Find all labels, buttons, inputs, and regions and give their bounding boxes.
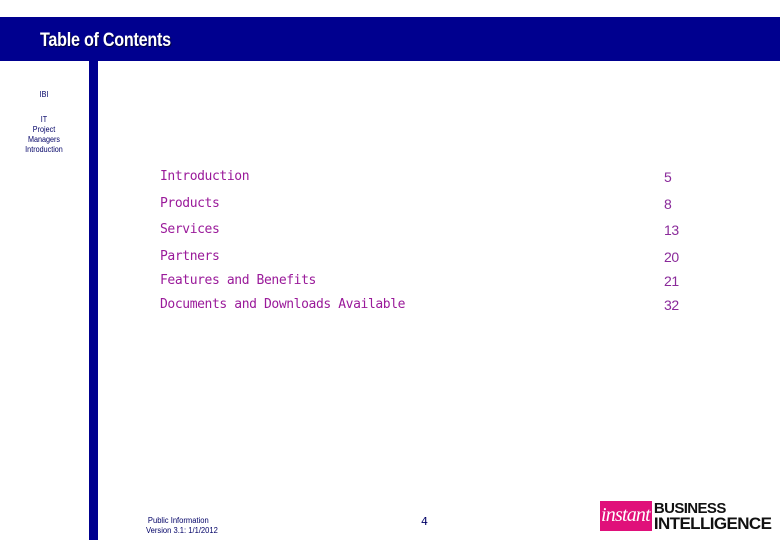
footer-classification: Public Information — [147, 516, 209, 525]
page-title: Table of Contents — [40, 30, 171, 51]
logo-instant-wordmark: instant — [600, 501, 652, 531]
toc-entry-page: 5 — [664, 169, 672, 185]
toc-entry-page: 32 — [664, 297, 679, 313]
toc-entry[interactable]: Introduction 5 — [160, 168, 700, 186]
toc-entry[interactable]: Services 13 — [160, 221, 700, 239]
toc-entry-page: 21 — [664, 273, 679, 289]
side-nav-item-project[interactable]: Project — [4, 125, 83, 135]
toc-entry[interactable]: Documents and Downloads Available 32 — [160, 296, 700, 314]
toc-entry-page: 8 — [664, 196, 672, 212]
toc-entry-page: 13 — [664, 222, 679, 238]
side-nav-item-managers[interactable]: Managers — [4, 135, 83, 145]
side-nav-group-it-project-managers: IT Project Managers Introduction — [0, 115, 88, 155]
toc-entry-page: 20 — [664, 249, 679, 265]
toc-entry-label: Products — [160, 196, 220, 211]
side-nav-item-it[interactable]: IT — [4, 115, 83, 125]
toc-entry[interactable]: Partners 20 — [160, 248, 700, 266]
instant-business-intelligence-logo: instant BUSINESS INTELLIGENCE — [600, 500, 772, 533]
page-number: 4 — [421, 515, 428, 528]
toc-entry[interactable]: Products 8 — [160, 195, 700, 213]
side-nav-item-introduction[interactable]: Introduction — [4, 145, 83, 155]
side-nav-item-ibi[interactable]: IBI — [4, 90, 83, 100]
toc-entry-label: Documents and Downloads Available — [160, 297, 406, 312]
footer-version: Version 3.1: 1/1/2012 — [146, 526, 218, 535]
logo-intelligence-text: INTELLIGENCE — [653, 514, 772, 533]
side-nav: IBI IT Project Managers Introduction — [0, 90, 88, 155]
toc-entry-label: Features and Benefits — [160, 273, 316, 288]
logo-business-intelligence-wordmark: BUSINESS INTELLIGENCE — [653, 501, 772, 533]
toc-entry-label: Services — [160, 222, 220, 237]
toc-entry-label: Introduction — [160, 169, 250, 184]
toc-entry[interactable]: Features and Benefits 21 — [160, 272, 700, 290]
vertical-divider-bar — [89, 61, 98, 540]
toc-entry-label: Partners — [160, 249, 220, 264]
footer-info: Public Information Version 3.1: 1/1/2012 — [146, 516, 222, 536]
